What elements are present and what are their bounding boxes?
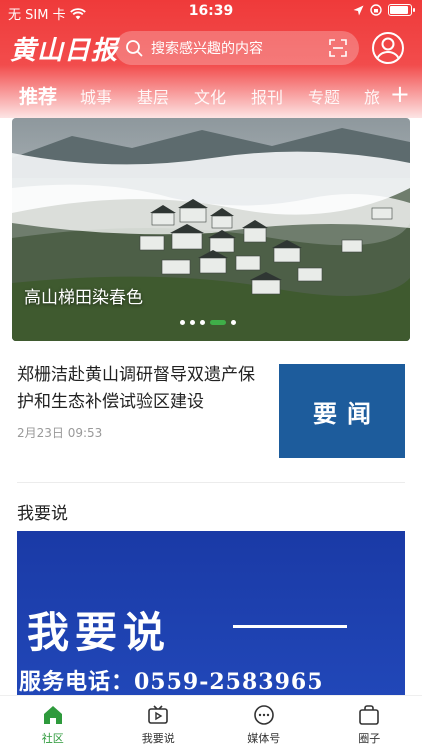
promo-banner[interactable]: 我要说 服务电话：0559-2583965 (17, 531, 405, 695)
section-title: 我要说 (17, 504, 68, 524)
tab-culture[interactable]: 文化 (194, 84, 226, 108)
search-bar[interactable]: 搜索感兴趣的内容 (115, 31, 359, 65)
tab-grassroots[interactable]: 基层 (137, 84, 169, 108)
tab-travel[interactable]: 旅 (364, 84, 380, 108)
carousel-dot-active (210, 320, 226, 325)
tab-newspaper[interactable]: 报刊 (251, 84, 283, 108)
article-tag-label: 要闻 (313, 398, 381, 428)
promo-heading: 我要说 (27, 608, 172, 657)
home-icon (43, 706, 62, 724)
user-icon (376, 37, 400, 62)
add-tab-icon[interactable]: + (390, 82, 410, 106)
promo-dash (233, 625, 347, 628)
video-icon (148, 705, 169, 724)
nav-label: 媒体号 (247, 732, 281, 745)
carousel-dot (231, 320, 236, 325)
promo-phone: 服务电话：0559-2583965 (19, 669, 324, 695)
carousel-indicator (180, 320, 236, 325)
nav-item-speak[interactable]: 我要说 (106, 696, 212, 750)
nav-item-circle[interactable]: 圈子 (317, 696, 422, 750)
status-right (353, 4, 415, 16)
article-date: 2月23日 09:53 (17, 426, 103, 440)
app-logo: 黄山日报 (10, 36, 119, 66)
status-bar: 无 SIM 卡 16:39 (0, 0, 422, 24)
nav-item-media[interactable]: 媒体号 (211, 696, 317, 750)
carousel-dot (180, 320, 185, 325)
nav-label: 圈子 (358, 732, 381, 745)
article-title: 郑栅洁赴黄山调研督导双遗产保护和生态补偿试验区建设 (17, 365, 255, 412)
news-article-item[interactable]: 郑栅洁赴黄山调研督导双遗产保护和生态补偿试验区建设 2月23日 09:53 (17, 362, 267, 441)
tab-recommend[interactable]: 推荐 (19, 82, 57, 109)
nav-label: 我要说 (141, 732, 175, 745)
divider (17, 482, 405, 483)
search-icon (126, 40, 143, 57)
bag-icon (359, 705, 380, 725)
battery-icon (388, 4, 415, 16)
nav-label: 社区 (41, 732, 64, 745)
user-avatar-button[interactable] (372, 32, 404, 64)
location-icon (353, 5, 364, 15)
carousel-dot (190, 320, 195, 325)
scan-icon[interactable] (329, 39, 347, 57)
battery-level (390, 6, 408, 14)
search-placeholder: 搜索感兴趣的内容 (151, 41, 263, 57)
nav-item-community[interactable]: 社区 (0, 696, 106, 750)
carousel-dot (200, 320, 205, 325)
chat-icon (253, 705, 274, 725)
banner-caption: 高山梯田染春色 (24, 288, 143, 308)
article-thumbnail[interactable]: 要闻 (279, 364, 405, 458)
banner-carousel[interactable]: 高山梯田染春色 (12, 118, 410, 341)
tab-city[interactable]: 城事 (80, 84, 112, 108)
orientation-lock-icon (370, 4, 382, 16)
category-tabs: 推荐 城事 基层 文化 报刊 专题 旅 + (0, 82, 422, 110)
tab-topics[interactable]: 专题 (308, 84, 340, 108)
bottom-nav: 社区 我要说 媒体号 圈子 (0, 695, 422, 750)
